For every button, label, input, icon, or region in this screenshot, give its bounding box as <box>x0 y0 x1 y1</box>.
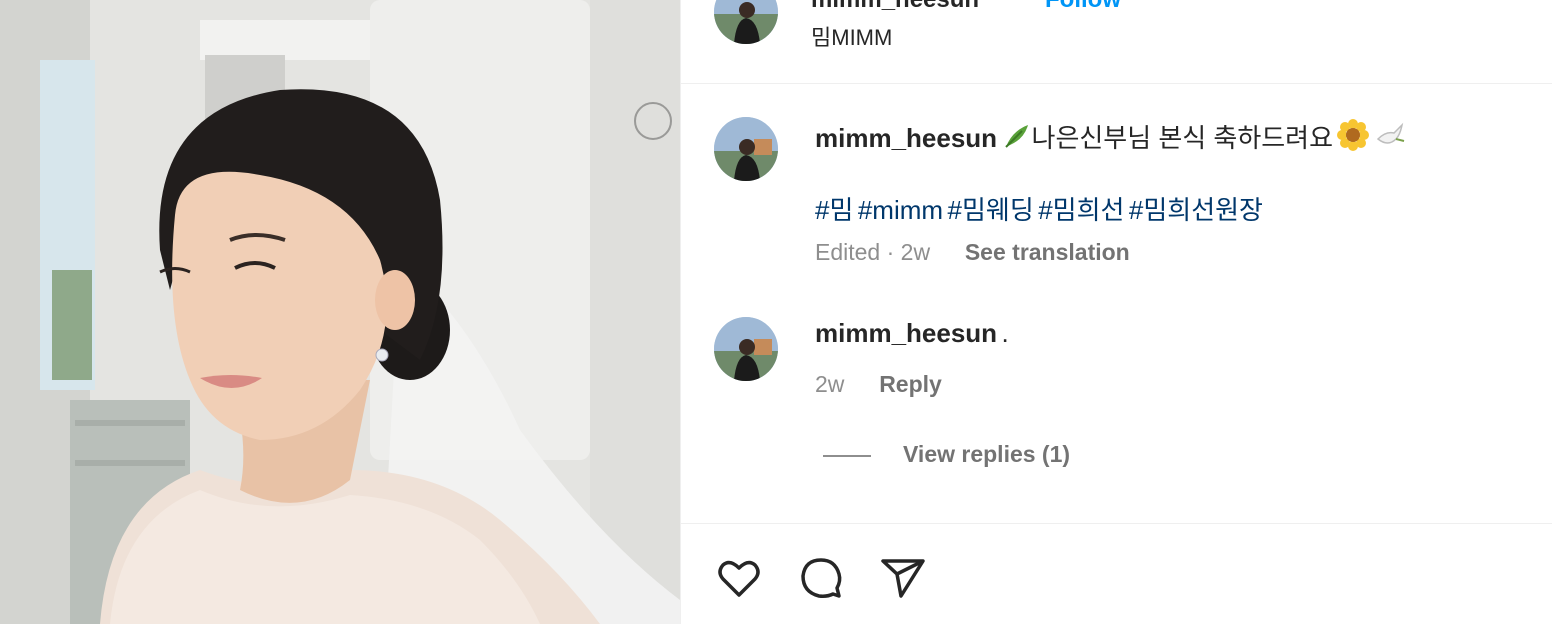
comment-icon <box>801 558 842 598</box>
avatar-image <box>714 0 778 44</box>
hashtag-list: #밈 #mimm #밈웨딩 #밈희선 #밈희선원장 <box>815 190 1263 227</box>
comment-timestamp: 2w <box>815 371 845 397</box>
reply-button[interactable]: Reply <box>879 371 942 397</box>
hashtag-link[interactable]: #밈웨딩 <box>948 195 1034 225</box>
comment-meta: 2w Reply <box>815 371 942 398</box>
view-replies-button[interactable]: View replies (1) <box>903 441 1070 468</box>
comment-line: mimm_heesun . <box>815 318 1009 349</box>
author-avatar[interactable] <box>714 0 778 44</box>
author-username[interactable]: mimm_heesun <box>811 0 979 14</box>
share-icon <box>881 559 925 598</box>
comment-username[interactable]: mimm_heesun <box>815 123 997 153</box>
see-translation-button[interactable]: See translation <box>965 239 1130 265</box>
comment-meta: Edited · 2w See translation <box>815 239 1130 266</box>
hashtag-link[interactable]: #mimm <box>858 195 943 225</box>
comment-text: . <box>1001 318 1009 348</box>
avatar-image <box>714 117 778 181</box>
comment-timestamp: Edited · 2w <box>815 239 931 265</box>
comment-caption: mimm_heesun 나은신부님 본식 축하드려요 <box>815 118 1406 156</box>
heart-icon <box>718 560 760 597</box>
avatar-image <box>714 317 778 381</box>
comment-button[interactable] <box>797 554 845 602</box>
comment-avatar[interactable] <box>714 117 778 181</box>
follow-button[interactable]: Follow <box>1045 0 1121 14</box>
hashtag-link[interactable]: #밈희선 <box>1038 195 1124 225</box>
replies-divider-line <box>823 455 871 457</box>
comment-avatar[interactable] <box>714 317 778 381</box>
dove-emoji-icon <box>1374 119 1406 156</box>
post-actions <box>715 554 927 602</box>
comment-text: 나은신부님 본식 축하드려요 <box>1031 123 1334 153</box>
sunflower-emoji-icon <box>1337 119 1370 156</box>
bride-photo-illustration <box>0 0 680 624</box>
like-button[interactable] <box>715 554 763 602</box>
header-divider <box>681 83 1552 84</box>
comment-username[interactable]: mimm_heesun <box>815 318 997 348</box>
actions-divider <box>681 523 1552 524</box>
hashtag-link[interactable]: #밈 <box>815 195 853 225</box>
post-detail-panel: mimm_heesun Follow 밈MIMM mimm_heesun 나은신… <box>680 0 1552 624</box>
hashtag-link[interactable]: #밈희선원장 <box>1129 195 1263 225</box>
share-button[interactable] <box>879 554 927 602</box>
author-subtitle: 밈MIMM <box>811 25 893 50</box>
herb-emoji-icon <box>1002 121 1032 156</box>
post-photo[interactable] <box>0 0 680 624</box>
